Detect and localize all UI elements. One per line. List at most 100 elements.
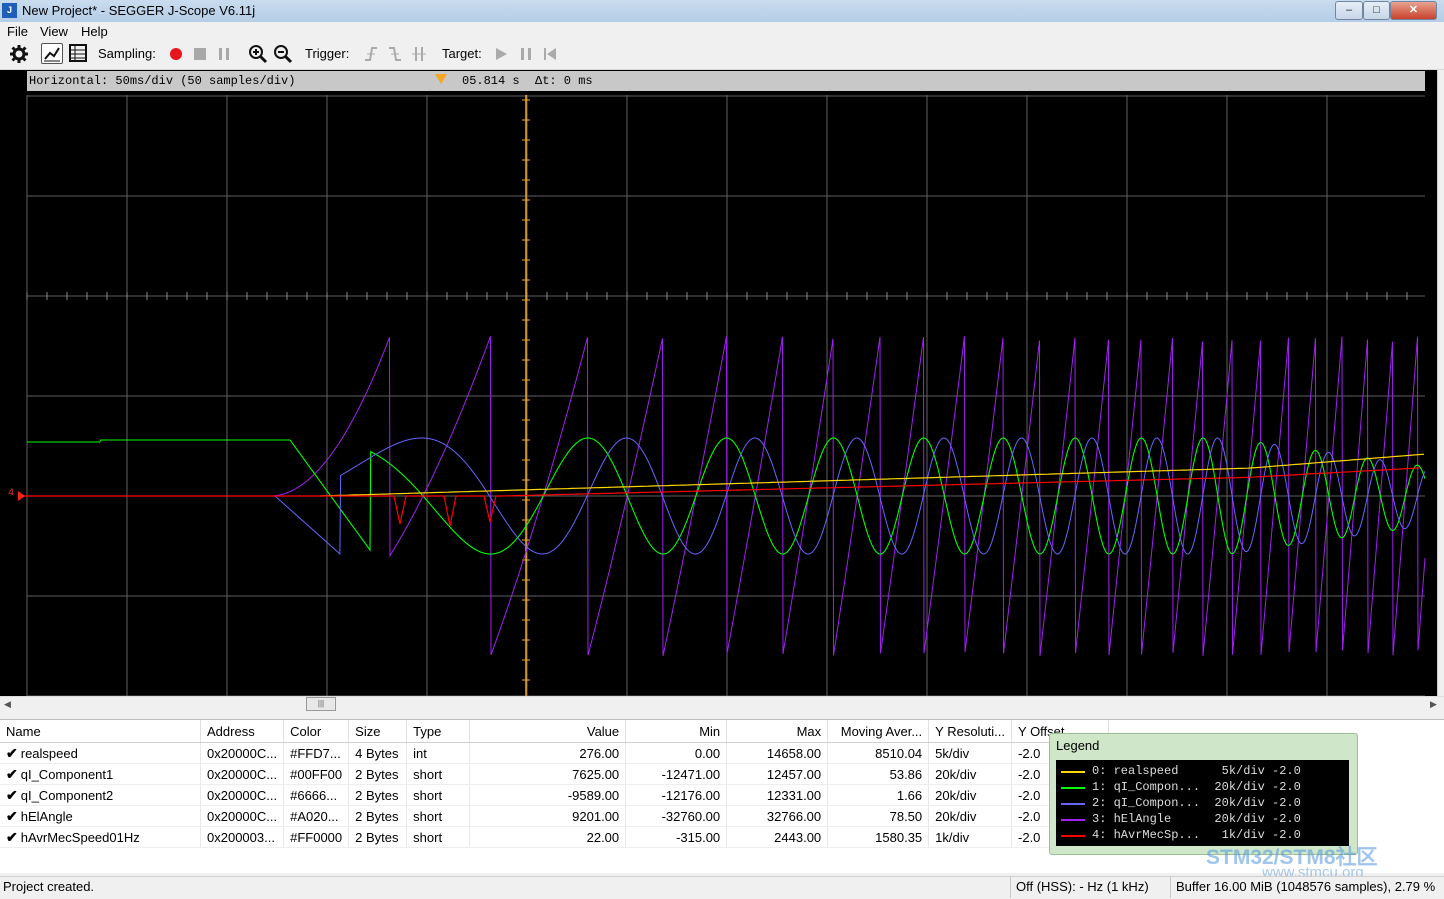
scroll-left-icon[interactable]: ◀ [4,699,11,710]
pause-icon[interactable] [214,44,234,64]
cell-min: -12471.00 [625,763,728,785]
menu-view[interactable]: View [40,24,68,39]
stop-icon[interactable] [190,44,210,64]
status-message: Project created. [3,879,95,894]
cell-color: #FFD7... [283,742,350,764]
cell-name[interactable]: ✔ hAvrMecSpeed01Hz [0,826,201,848]
maximize-button[interactable]: □ [1363,1,1390,20]
cell-min: -12176.00 [625,784,728,806]
cell-name[interactable]: ✔ hElAngle [0,805,201,827]
delta-t: Δt: 0 ms [535,74,593,88]
zoom-out-icon[interactable] [273,44,293,64]
cell-max: 14658.00 [726,742,829,764]
line-chart-icon[interactable] [41,43,63,64]
col-moving-average[interactable]: Moving Aver... [827,720,930,743]
checkbox-icon[interactable]: ✔ [6,808,18,824]
table-row[interactable]: ✔ hElAngle 0x20000C... #A020... 2 Bytes short… [0,805,1110,827]
checkbox-icon[interactable]: ✔ [6,829,18,845]
channel-name: hAvrMecSpeed01Hz [20,829,140,845]
zoom-in-icon[interactable] [248,44,268,64]
record-icon[interactable] [166,44,186,64]
horizontal-scrollbar[interactable]: ◀ ▶ [0,696,1444,713]
status-divider [1170,876,1171,898]
cell-color: #00FF00 [283,763,350,785]
target-label: Target: [442,46,482,61]
cell-name[interactable]: ✔ qI_Component2 [0,784,201,806]
checkbox-icon[interactable]: ✔ [6,787,18,803]
table-row[interactable]: ✔ qI_Component1 0x20000C... #00FF00 2 Bytes s… [0,763,1110,785]
cell-color: #A020... [283,805,350,827]
table-row[interactable]: ✔ qI_Component2 0x20000C... #6666... 2 Bytes… [0,784,1110,806]
sampling-label: Sampling: [98,46,156,61]
trigger-rising-icon[interactable] [361,44,381,64]
channel-name: qI_Component1 [20,766,114,782]
checkbox-icon[interactable]: ✔ [6,766,18,782]
table-icon[interactable] [68,43,88,63]
cell-yres: 1k/div [928,826,1013,848]
vertical-scrollbar[interactable] [1437,70,1444,696]
cell-type: int [406,742,471,764]
table-row[interactable]: ✔ hAvrMecSpeed01Hz 0x200003... #FF0000 2 Byt… [0,826,1110,848]
cell-avg: 8510.04 [827,742,930,764]
legend-entries: 0: realspeed 5k/div -2.0 1: qI_Compon... … [1056,760,1349,846]
cell-name[interactable]: ✔ qI_Component1 [0,763,201,785]
cell-yres: 20k/div [928,763,1013,785]
cell-color: #FF0000 [283,826,350,848]
cell-color: #6666... [283,784,350,806]
legend-title: Legend [1056,738,1100,753]
cell-address: 0x20000C... [200,742,285,764]
step-back-icon[interactable] [540,44,560,64]
cell-name[interactable]: ✔ realspeed [0,742,201,764]
menu-file[interactable]: File [7,24,28,39]
cell-size: 2 Bytes [348,826,408,848]
cell-value: 276.00 [469,742,627,764]
legend-entry-label: 3: hElAngle 20k/div -2.0 [1092,812,1301,826]
cell-avg: 1.66 [827,784,930,806]
cell-avg: 78.50 [827,805,930,827]
col-type[interactable]: Type [406,720,471,743]
channel-name: hElAngle [20,808,73,824]
col-address[interactable]: Address [200,720,285,743]
channel-name: qI_Component2 [20,787,114,803]
col-min[interactable]: Min [625,720,728,743]
trigger-falling-icon[interactable] [385,44,405,64]
col-size[interactable]: Size [348,720,408,743]
col-name[interactable]: Name [0,720,201,743]
gear-icon[interactable] [9,44,29,64]
scroll-right-icon[interactable]: ▶ [1430,699,1437,710]
cell-yres: 20k/div [928,805,1013,827]
trigger-both-icon[interactable] [409,44,429,64]
col-value[interactable]: Value [469,720,627,743]
play-icon[interactable] [491,44,511,64]
legend-entry-label: 0: realspeed 5k/div -2.0 [1092,764,1301,778]
col-color[interactable]: Color [283,720,350,743]
scrollbar-thumb[interactable]: ||| [306,697,336,711]
cell-type: short [406,805,471,827]
cell-size: 2 Bytes [348,805,408,827]
cell-value: 9201.00 [469,805,627,827]
scope-traces [18,95,1426,696]
col-max[interactable]: Max [726,720,829,743]
channel-zero-marker[interactable]: 4 [8,488,14,499]
channel-marker-icon [18,491,25,501]
pause-target-icon[interactable] [516,44,536,64]
legend-entry-label: 2: qI_Compon... 20k/div -2.0 [1092,796,1301,810]
col-y-resolution[interactable]: Y Resoluti... [928,720,1013,743]
close-button[interactable]: ✕ [1390,1,1437,20]
legend-color-swatch [1061,787,1085,789]
cursor-marker-icon[interactable] [435,74,447,84]
channel-name: realspeed [20,745,78,761]
legend-entry: 0: realspeed 5k/div -2.0 [1056,763,1349,779]
minimize-button[interactable]: ‒ [1335,1,1363,20]
status-buffer: Buffer 16.00 MiB (1048576 samples), 2.79… [1176,879,1436,894]
cell-max: 32766.00 [726,805,829,827]
legend-color-swatch [1061,819,1085,821]
cell-value: -9589.00 [469,784,627,806]
checkbox-icon[interactable]: ✔ [6,745,18,761]
table-row[interactable]: ✔ realspeed 0x20000C... #FFD7... 4 Bytes int 2… [0,742,1110,764]
cell-size: 2 Bytes [348,784,408,806]
menu-help[interactable]: Help [81,24,108,39]
app-icon: J [2,3,17,18]
cell-size: 4 Bytes [348,742,408,764]
legend-color-swatch [1061,771,1085,773]
